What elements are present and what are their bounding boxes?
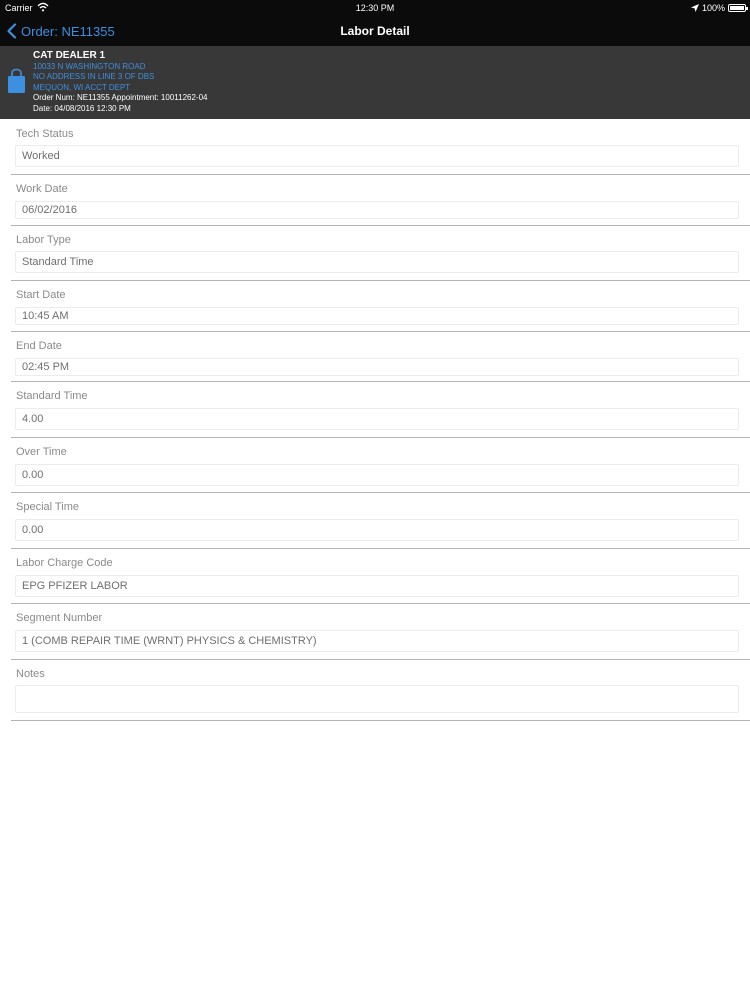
field-value: 02:45 PM [22, 361, 70, 373]
notes-input[interactable] [15, 685, 739, 713]
field-label: Start Date [16, 289, 66, 301]
standard-time-input[interactable]: 4.00 [15, 408, 739, 430]
field-notes: Notes [11, 660, 750, 721]
battery-icon [728, 4, 748, 12]
field-labor-charge-code: Labor Charge Code EPG PFIZER LABOR [11, 549, 750, 604]
field-value: 0.00 [22, 524, 44, 536]
segment-number-input[interactable]: 1 (COMB REPAIR TIME (WRNT) PHYSICS & CHE… [15, 630, 739, 652]
field-labor-type: Labor Type Standard Time [11, 226, 750, 281]
work-date-input[interactable]: 06/02/2016 [15, 201, 739, 219]
status-time: 12:30 PM [355, 3, 395, 13]
labor-charge-code-input[interactable]: EPG PFIZER LABOR [15, 575, 739, 597]
labor-detail-form: Tech Status Worked Work Date 06/02/2016 … [11, 120, 750, 721]
order-number-line: Order Num: NE11355 Appointment: 10011262… [33, 93, 208, 102]
field-value: 06/02/2016 [22, 204, 78, 216]
labor-type-input[interactable]: Standard Time [15, 251, 739, 273]
field-value: 1 (COMB REPAIR TIME (WRNT) PHYSICS & CHE… [22, 635, 317, 647]
tech-status-input[interactable]: Worked [15, 145, 739, 167]
order-date-line: Date: 04/08/2016 12:30 PM [33, 103, 131, 113]
field-special-time: Special Time 0.00 [11, 493, 750, 549]
address-line-1[interactable]: 10033 N WASHINGTON ROAD [33, 62, 207, 73]
end-date-input[interactable]: 02:45 PM [15, 358, 739, 376]
field-label: Labor Type [16, 234, 71, 246]
page-title: Labor Detail [340, 24, 410, 38]
navigation-bar: Order: NE11355 Labor Detail [0, 16, 750, 46]
status-right: 100% [690, 2, 748, 14]
field-label: Tech Status [16, 128, 74, 140]
field-work-date: Work Date 06/02/2016 [11, 175, 750, 226]
field-start-date: Start Date 10:45 AM [11, 281, 750, 332]
address-line-3[interactable]: MEQUON, WI ACCT DEPT [33, 83, 207, 94]
field-value: 10:45 AM [22, 310, 69, 322]
field-label: Standard Time [16, 390, 88, 402]
address-line-2[interactable]: NO ADDRESS IN LINE 3 OF DBS [33, 72, 207, 83]
dealer-name: CAT DEALER 1 [33, 50, 106, 61]
order-header: CAT DEALER 1 10033 N WASHINGTON ROAD NO … [0, 46, 750, 119]
field-value: 0.00 [22, 469, 44, 481]
start-date-input[interactable]: 10:45 AM [15, 307, 739, 325]
shopping-bag-icon [8, 68, 25, 93]
field-label: Special Time [16, 501, 79, 513]
field-value: EPG PFIZER LABOR [22, 580, 128, 592]
field-label: Over Time [16, 446, 67, 458]
special-time-input[interactable]: 0.00 [15, 519, 739, 541]
over-time-input[interactable]: 0.00 [15, 464, 739, 486]
field-standard-time: Standard Time 4.00 [11, 382, 750, 438]
field-value: Worked [22, 150, 60, 162]
field-segment-number: Segment Number 1 (COMB REPAIR TIME (WRNT… [11, 604, 750, 660]
location-arrow-icon [690, 4, 699, 12]
status-bar: Carrier 12:30 PM 100% [0, 0, 750, 16]
field-value: 4.00 [22, 413, 44, 425]
field-tech-status: Tech Status Worked [11, 120, 750, 175]
field-value: Standard Time [22, 256, 94, 268]
field-over-time: Over Time 0.00 [11, 438, 750, 493]
field-label: Work Date [16, 183, 68, 195]
field-label: Segment Number [16, 612, 103, 624]
field-end-date: End Date 02:45 PM [11, 332, 750, 382]
field-label: Notes [16, 668, 45, 680]
battery-percent: 100% [701, 3, 725, 13]
field-label: Labor Charge Code [16, 557, 113, 569]
field-label: End Date [16, 340, 62, 352]
